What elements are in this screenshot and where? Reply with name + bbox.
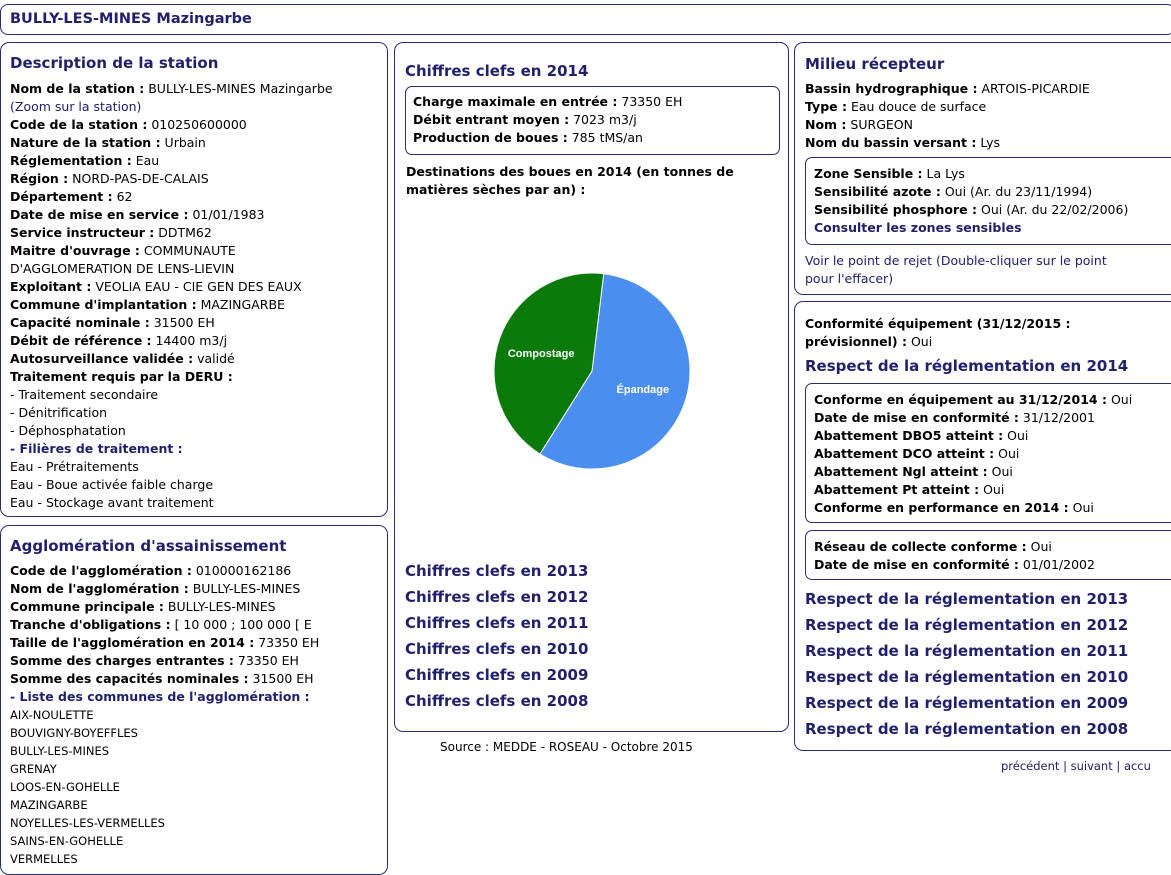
milieu-panel: Milieu récepteur Bassin hydrographique :… bbox=[794, 42, 1171, 295]
pie-label-1: Compostage bbox=[508, 348, 575, 360]
reseau-collecte-box: Réseau de collecte conforme : Oui Date d… bbox=[805, 530, 1171, 580]
filieres-label: - Filières de traitement : bbox=[10, 441, 183, 456]
conformite-year-link[interactable]: Respect de la réglementation en 2010 bbox=[805, 664, 1128, 690]
point-rejet-link[interactable]: Voir le point de rejet (Double-cliquer s… bbox=[805, 252, 1107, 270]
filiere-item: Eau - Stockage avant traitement bbox=[10, 495, 214, 510]
next-link[interactable]: suivant bbox=[1071, 759, 1113, 773]
conformite-year-link[interactable]: Respect de la réglementation en 2013 bbox=[805, 586, 1128, 612]
commune-item: AIX-NOULETTE bbox=[10, 708, 94, 722]
zoom-station-link[interactable]: (Zoom sur la station) bbox=[10, 99, 141, 114]
chiffres-year-link[interactable]: Chiffres clefs en 2013 bbox=[405, 558, 588, 584]
chiffres-panel: Chiffres clefs en 2014 Charge maximale e… bbox=[394, 42, 789, 732]
deru-item: - Déphosphatation bbox=[10, 423, 126, 438]
deru-item: - Dénitrification bbox=[10, 405, 108, 420]
station-title: Description de la station bbox=[10, 54, 219, 72]
filiere-item: Eau - Prétraitements bbox=[10, 459, 139, 474]
conformite-year-link[interactable]: Respect de la réglementation en 2009 bbox=[805, 690, 1128, 716]
commune-item: BULLY-LES-MINES bbox=[10, 744, 110, 758]
point-rejet-link-2[interactable]: pour l'effacer) bbox=[805, 270, 1107, 288]
agglo-panel: Agglomération d'assainissement Code de l… bbox=[0, 525, 388, 875]
conformite-panel: Conformité équipement (31/12/2015 : prév… bbox=[794, 301, 1171, 751]
home-link[interactable]: accu bbox=[1124, 759, 1151, 773]
chiffres-summary-box: Charge maximale en entrée : 73350 EH Déb… bbox=[405, 86, 780, 155]
chiffres-year-link[interactable]: Chiffres clefs en 2009 bbox=[405, 662, 588, 688]
deru-item: - Traitement secondaire bbox=[10, 387, 159, 402]
commune-item: LOOS-EN-GOHELLE bbox=[10, 780, 120, 794]
footer-nav: précédent | suivant | accu bbox=[1001, 759, 1151, 773]
zones-sensibles-link[interactable]: Consulter les zones sensibles bbox=[814, 220, 1022, 235]
commune-item: NOYELLES-LES-VERMELLES bbox=[10, 816, 165, 830]
prev-link[interactable]: précédent bbox=[1001, 759, 1059, 773]
conformite-year-link[interactable]: Respect de la réglementation en 2008 bbox=[805, 716, 1128, 742]
page-title: BULLY-LES-MINES Mazingarbe bbox=[10, 11, 252, 27]
station-panel: Description de la station Nom de la stat… bbox=[0, 42, 388, 517]
pie-label-0: Épandage bbox=[617, 383, 670, 396]
boues-pie-chart: Épandage Compostage bbox=[493, 272, 691, 470]
chiffres-year-link[interactable]: Chiffres clefs en 2008 bbox=[405, 688, 588, 714]
conformite-year-link[interactable]: Respect de la réglementation en 2012 bbox=[805, 612, 1128, 638]
chiffres-year-link[interactable]: Chiffres clefs en 2011 bbox=[405, 610, 588, 636]
source-text: Source : MEDDE - ROSEAU - Octobre 2015 bbox=[440, 740, 693, 754]
commune-item: MAZINGARBE bbox=[10, 798, 88, 812]
milieu-title: Milieu récepteur bbox=[805, 55, 945, 73]
conformite-2014-box: Conforme en équipement au 31/12/2014 : O… bbox=[805, 383, 1171, 523]
zone-sensible-box: Zone Sensible : La Lys Sensibilité azote… bbox=[805, 157, 1171, 245]
chiffres-year-link[interactable]: Chiffres clefs en 2012 bbox=[405, 584, 588, 610]
filiere-item: Eau - Boue activée faible charge bbox=[10, 477, 214, 492]
chiffres-title[interactable]: Chiffres clefs en 2014 bbox=[405, 62, 588, 80]
commune-item: VERMELLES bbox=[10, 852, 78, 866]
destinations-title-2: matières sèches par an) : bbox=[406, 182, 586, 197]
commune-item: GRENAY bbox=[10, 762, 57, 776]
conformite-2014-title[interactable]: Respect de la réglementation en 2014 bbox=[805, 357, 1128, 375]
header-bar: BULLY-LES-MINES Mazingarbe bbox=[0, 4, 1171, 35]
communes-list-label: - Liste des communes de l'agglomération … bbox=[10, 689, 310, 704]
chiffres-year-link[interactable]: Chiffres clefs en 2010 bbox=[405, 636, 588, 662]
conformite-year-link[interactable]: Respect de la réglementation en 2011 bbox=[805, 638, 1128, 664]
commune-item: BOUVIGNY-BOYEFFLES bbox=[10, 726, 138, 740]
commune-item: SAINS-EN-GOHELLE bbox=[10, 834, 124, 848]
agglo-title: Agglomération d'assainissement bbox=[10, 537, 287, 555]
destinations-title: Destinations des boues en 2014 (en tonne… bbox=[406, 164, 734, 179]
